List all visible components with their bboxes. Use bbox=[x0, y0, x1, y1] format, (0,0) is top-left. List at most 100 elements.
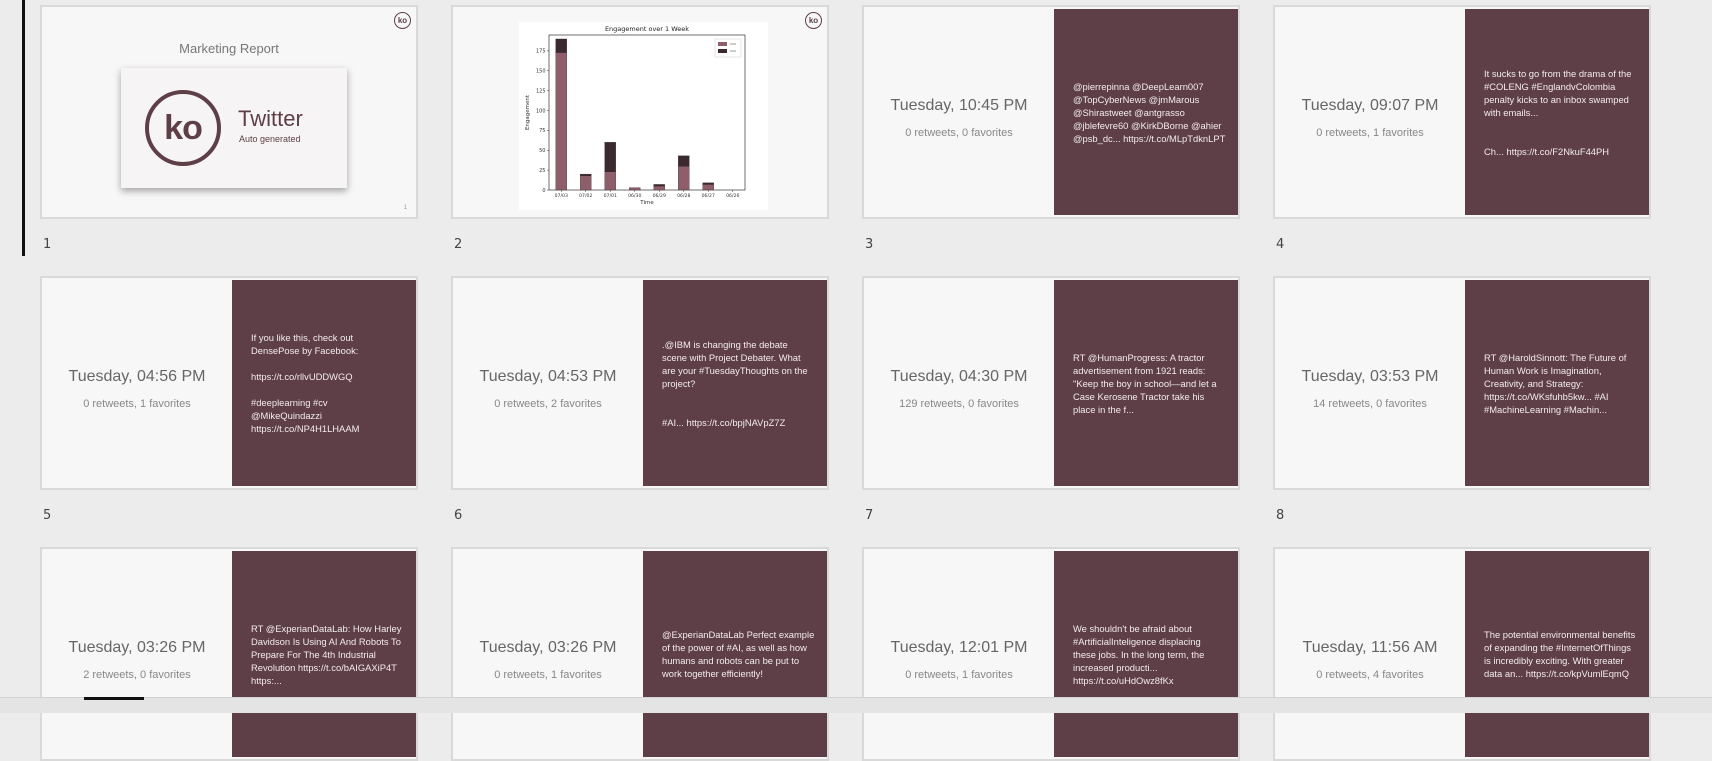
y-axis-label: Engagement bbox=[525, 94, 531, 130]
x-axis-label: Time bbox=[639, 200, 654, 206]
chart-frame bbox=[548, 34, 746, 191]
tweet-panel: @ExperianDataLab Perfect example of the … bbox=[643, 551, 827, 757]
tweet-panel: .@IBM is changing the debate scene with … bbox=[643, 280, 827, 486]
tweet-meta: Tuesday, 04:30 PM 129 retweets, 0 favori… bbox=[864, 278, 1054, 488]
tweet-panel: @pierrepinna @DeepLearn007 @TopCyberNews… bbox=[1054, 9, 1238, 215]
bar-segment bbox=[555, 52, 567, 191]
tweet-text: @ExperianDataLab Perfect example of the … bbox=[662, 629, 815, 679]
bar-segment bbox=[653, 184, 665, 187]
engagement-chart: Engagement over 1 Week 0 25 50 75 100 125 150 17… bbox=[519, 22, 768, 210]
title-text: Twitter bbox=[238, 106, 303, 131]
bar-segment bbox=[702, 184, 714, 191]
slide-chart[interactable]: ko Engagement over 1 Week 0 25 50 75 100 125 15… bbox=[451, 5, 829, 219]
tweet-panel: The potential environmental benefits of … bbox=[1465, 551, 1649, 757]
slide-number: 3 bbox=[865, 237, 874, 252]
slide-number: 4 bbox=[1276, 237, 1285, 252]
tweet-panel: RT @HaroldSinnott: The Future of Human W… bbox=[1465, 280, 1649, 486]
x-tick-label: 07/02 bbox=[579, 193, 592, 199]
x-tick-label: 06/27 bbox=[702, 193, 715, 199]
tweet-time: Tuesday, 09:07 PM bbox=[1301, 97, 1439, 114]
tweet-stats: 129 retweets, 0 favorites bbox=[899, 398, 1019, 410]
tweet-time: Tuesday, 12:01 PM bbox=[890, 639, 1028, 656]
tweet-meta: Tuesday, 04:56 PM 0 retweets, 1 favorite… bbox=[42, 278, 232, 488]
tweet-stats: 0 retweets, 4 favorites bbox=[1316, 669, 1424, 681]
bar-segment bbox=[580, 173, 592, 176]
bar-segment bbox=[702, 182, 714, 185]
y-tick-label: 100 bbox=[536, 108, 546, 114]
tweet-panel: We shouldn't be afraid about #Artificial… bbox=[1054, 551, 1238, 757]
y-tick-label: 50 bbox=[539, 148, 545, 154]
slide-number: 6 bbox=[454, 508, 463, 523]
scrollbar-thumb[interactable] bbox=[84, 697, 144, 700]
bar-segment bbox=[678, 155, 690, 167]
tweet-time: Tuesday, 04:53 PM bbox=[479, 368, 617, 385]
tweet-meta: Tuesday, 03:26 PM 2 retweets, 0 favorite… bbox=[42, 549, 232, 759]
tweet-meta: Tuesday, 11:56 AM 0 retweets, 4 favorite… bbox=[1275, 549, 1465, 759]
y-tick-label: 25 bbox=[539, 168, 545, 174]
x-tick-label: 06/26 bbox=[726, 193, 739, 199]
slide-tweet[interactable]: Tuesday, 04:30 PM 129 retweets, 0 favori… bbox=[862, 276, 1240, 490]
tweet-time: Tuesday, 04:30 PM bbox=[890, 368, 1028, 385]
chart-title: Engagement over 1 Week bbox=[605, 25, 689, 33]
tweet-meta: Tuesday, 12:01 PM 0 retweets, 1 favorite… bbox=[864, 549, 1054, 759]
bar-segment bbox=[555, 38, 567, 53]
legend-swatch bbox=[718, 49, 727, 53]
title-card: ko Twitter Auto generated bbox=[121, 68, 347, 188]
slide-tweet[interactable]: Tuesday, 04:56 PM 0 retweets, 1 favorite… bbox=[40, 276, 418, 490]
tweet-meta: Tuesday, 09:07 PM 0 retweets, 1 favorite… bbox=[1275, 7, 1465, 217]
bar-segment bbox=[629, 187, 641, 191]
tweet-stats: 14 retweets, 0 favorites bbox=[1313, 398, 1427, 410]
tweet-meta: Tuesday, 03:53 PM 14 retweets, 0 favorit… bbox=[1275, 278, 1465, 488]
tweet-meta: Tuesday, 04:53 PM 0 retweets, 2 favorite… bbox=[453, 278, 643, 488]
tweet-text: @pierrepinna @DeepLearn007 @TopCyberNews… bbox=[1073, 80, 1226, 144]
bar-segment bbox=[653, 185, 665, 191]
y-tick-label: 150 bbox=[536, 69, 546, 75]
tweet-stats: 0 retweets, 1 favorites bbox=[83, 398, 191, 410]
tweet-stats: 0 retweets, 1 favorites bbox=[1316, 127, 1424, 139]
y-tick-label: 0 bbox=[542, 188, 545, 194]
slide-tweet[interactable]: Tuesday, 04:53 PM 0 retweets, 2 favorite… bbox=[451, 276, 829, 490]
x-tick-label: 07/03 bbox=[555, 193, 568, 199]
slide-tweet[interactable]: Tuesday, 03:26 PM 2 retweets, 0 favorite… bbox=[40, 547, 418, 761]
slide-tweet[interactable]: Tuesday, 03:26 PM 0 retweets, 1 favorite… bbox=[451, 547, 829, 761]
tweet-time: Tuesday, 03:53 PM bbox=[1301, 368, 1439, 385]
tweet-panel: It sucks to go from the drama of the #CO… bbox=[1465, 9, 1649, 215]
tweet-text: The potential environmental benefits of … bbox=[1484, 629, 1636, 679]
tweet-text: RT @ExperianDataLab: How Harley Davidson… bbox=[251, 622, 402, 686]
tweet-stats: 0 retweets, 1 favorites bbox=[494, 669, 602, 681]
y-tick-label: 175 bbox=[536, 49, 546, 55]
selection-indicator bbox=[22, 0, 25, 256]
tweet-panel: RT @ExperianDataLab: How Harley Davidson… bbox=[232, 551, 416, 757]
ko-logo-icon: ko bbox=[805, 12, 822, 29]
bar-segment bbox=[604, 142, 616, 172]
tweet-meta: Tuesday, 03:26 PM 0 retweets, 1 favorite… bbox=[453, 549, 643, 759]
legend-swatch bbox=[718, 42, 727, 46]
tweet-stats: 0 retweets, 0 favorites bbox=[905, 127, 1013, 139]
tweet-stats: 0 retweets, 1 favorites bbox=[905, 669, 1013, 681]
tweet-time: Tuesday, 11:56 AM bbox=[1302, 639, 1438, 656]
slide-number: 7 bbox=[865, 508, 874, 523]
bar-segment bbox=[678, 166, 690, 191]
tweet-text: RT @HaroldSinnott: The Future of Human W… bbox=[1484, 351, 1627, 415]
tweet-text: We shouldn't be afraid about #Artificial… bbox=[1073, 622, 1205, 686]
page-number: 1 bbox=[403, 205, 407, 211]
bar-segment bbox=[580, 175, 592, 191]
slide-title[interactable]: ko Marketing Report ko Twitter Auto gene… bbox=[40, 5, 418, 219]
slide-tweet[interactable]: Tuesday, 11:56 AM 0 retweets, 4 favorite… bbox=[1273, 547, 1651, 761]
tweet-time: Tuesday, 03:26 PM bbox=[479, 639, 617, 656]
tweet-text: RT @HumanProgress: A tractor advertiseme… bbox=[1073, 351, 1217, 415]
slide-tweet[interactable]: Tuesday, 12:01 PM 0 retweets, 1 favorite… bbox=[862, 547, 1240, 761]
horizontal-scrollbar[interactable] bbox=[0, 697, 1712, 713]
slide-tweet[interactable]: Tuesday, 09:07 PM 0 retweets, 1 favorite… bbox=[1273, 5, 1651, 219]
slide-tweet[interactable]: Tuesday, 03:53 PM 14 retweets, 0 favorit… bbox=[1273, 276, 1651, 490]
ko-logo-icon: ko bbox=[394, 12, 411, 29]
bar-segment bbox=[604, 171, 616, 191]
y-tick-label: 75 bbox=[539, 128, 545, 134]
x-tick-label: 06/30 bbox=[628, 193, 641, 199]
subtitle-text: Auto generated bbox=[239, 134, 301, 144]
tweet-text: .@IBM is changing the debate scene with … bbox=[662, 338, 808, 428]
tweet-panel: If you like this, check out DensePose by… bbox=[232, 280, 416, 486]
tweet-stats: 2 retweets, 0 favorites bbox=[83, 669, 191, 681]
tweet-panel: RT @HumanProgress: A tractor advertiseme… bbox=[1054, 280, 1238, 486]
slide-tweet[interactable]: Tuesday, 10:45 PM 0 retweets, 0 favorite… bbox=[862, 5, 1240, 219]
